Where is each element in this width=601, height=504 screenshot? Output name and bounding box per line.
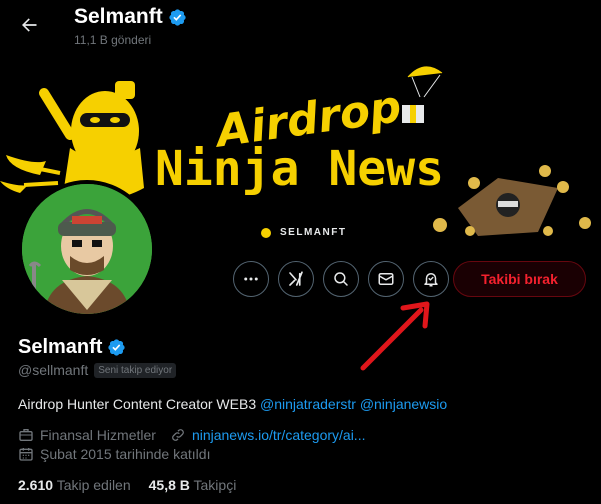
telegram-icon	[261, 228, 271, 238]
posts-count: 11,1 B gönderi	[74, 33, 152, 47]
avatar-ninja-artwork	[22, 184, 152, 314]
more-dots-icon	[244, 277, 258, 281]
grok-button[interactable]	[278, 261, 314, 297]
verified-badge-icon	[108, 339, 126, 356]
search-icon	[334, 272, 348, 286]
link-icon	[172, 429, 184, 441]
handle-row: @sellmanft Seni takip ediyor	[18, 362, 177, 378]
profile-handle: @sellmanft	[18, 362, 89, 378]
header-name: Selmanft	[74, 5, 187, 29]
bio-mention-ninjatraderstr[interactable]: @ninjatraderstr	[260, 396, 356, 412]
message-button[interactable]	[368, 261, 404, 297]
following-count: 2.610	[18, 477, 54, 493]
profile-meta-row: Finansal Hizmetler ninjanews.io/tr/categ…	[18, 427, 365, 443]
following-label: Takip edilen	[56, 477, 131, 493]
followers-count: 45,8 B	[148, 477, 190, 493]
more-button[interactable]	[233, 261, 269, 297]
banner-handle: SELMANFT	[280, 227, 347, 238]
verified-badge-icon	[169, 8, 186, 26]
header-name-text: Selmanft	[74, 5, 163, 28]
briefcase-icon	[19, 429, 33, 441]
profile-bio: Airdrop Hunter Content Creator WEB3 @nin…	[18, 396, 447, 412]
parachute-gift-icon	[402, 66, 443, 123]
profile-joined-date: Şubat 2015 tarihinde katıldı	[40, 446, 211, 462]
profile-header: Selmanft 11,1 B gönderi	[0, 0, 601, 53]
bio-mention-ninjanewsio[interactable]: @ninjanewsio	[360, 396, 447, 412]
followers-link[interactable]: 45,8 B Takipçi	[149, 477, 237, 493]
back-button[interactable]	[14, 10, 44, 40]
following-link[interactable]: 2.610 Takip edilen	[18, 477, 131, 493]
search-button[interactable]	[323, 261, 359, 297]
grok-icon	[289, 271, 303, 286]
bio-text: Airdrop Hunter Content Creator WEB3	[18, 396, 260, 412]
treasure-coins-icon	[433, 165, 591, 236]
profile-actions	[233, 261, 449, 297]
followers-label: Takipçi	[193, 477, 237, 493]
profile-category: Finansal Hizmetler	[40, 427, 156, 443]
unfollow-button[interactable]: Takibi bırak	[453, 261, 586, 297]
envelope-icon	[378, 273, 394, 285]
avatar[interactable]	[18, 180, 156, 318]
follow-stats: 2.610 Takip edilen 45,8 B Takipçi	[18, 477, 236, 493]
display-name-text: Selmanft	[18, 336, 103, 358]
profile-joined-row: Şubat 2015 tarihinde katıldı	[18, 446, 210, 462]
notifications-button[interactable]	[413, 261, 449, 297]
annotation-arrow-icon	[360, 301, 430, 371]
arrow-left-icon	[22, 18, 37, 32]
calendar-icon	[19, 448, 33, 461]
follows-you-badge: Seni takip ediyor	[94, 362, 177, 378]
bell-check-icon	[424, 273, 438, 287]
banner-title-ninja: Ninja News	[155, 141, 444, 197]
profile-display-name: Selmanft	[18, 336, 126, 359]
profile-website-link[interactable]: ninjanews.io/tr/category/ai...	[192, 427, 366, 443]
